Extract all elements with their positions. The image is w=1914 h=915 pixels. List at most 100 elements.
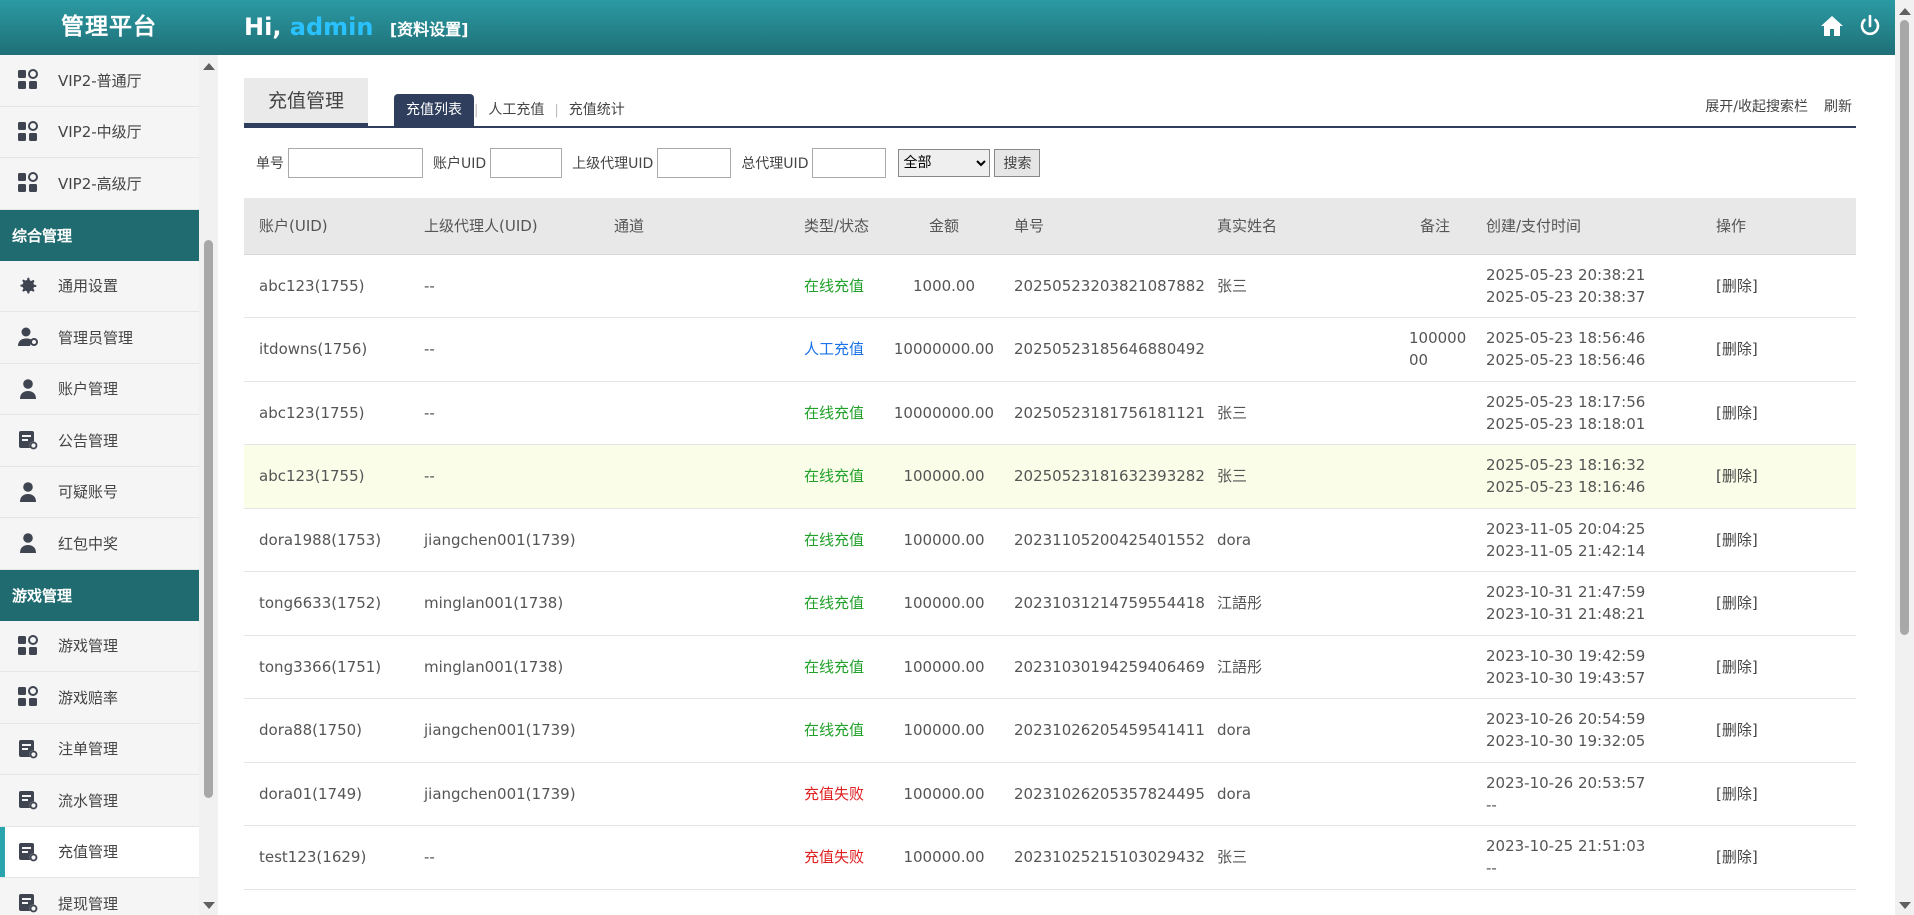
cell-account-text: abc123(1755)	[259, 403, 365, 422]
sidebar-scroll-down[interactable]	[203, 902, 215, 909]
cell-status: 在线充值	[789, 381, 889, 445]
cell-amount-text: 100000.00	[903, 784, 985, 803]
cell-parent-text: --	[424, 340, 435, 359]
table-row: itdowns(1756) -- 人工充值 10000000.00 2025052318…	[244, 317, 1856, 382]
grid-icon	[16, 171, 40, 195]
top-agent-input[interactable]	[812, 148, 887, 178]
sidebar-item[interactable]: 充值管理	[0, 826, 199, 878]
table-row: test123(1629) -- 充值失败 100000.00 202310252151…	[244, 825, 1856, 890]
cell-note	[1405, 889, 1471, 915]
delete-button[interactable]: [删除]	[1716, 721, 1758, 739]
sidebar-item[interactable]: VIP2-高级厅	[0, 158, 199, 210]
sidebar-item[interactable]: VIP2-普通厅	[0, 55, 199, 107]
sidebar-item[interactable]: 游戏管理	[0, 621, 199, 672]
delete-button[interactable]: [删除]	[1716, 785, 1758, 803]
paid-time: 2023-10-31 21:48:21	[1486, 605, 1646, 624]
greeting: Hi, admin [资料设置]	[244, 0, 469, 55]
cell-name-text: dora	[1217, 721, 1252, 740]
sidebar-section-games[interactable]: 游戏管理	[0, 569, 199, 621]
cell-order: 20231026205459541411	[999, 698, 1205, 763]
toggle-search-link[interactable]: 展开/收起搜索栏	[1705, 96, 1808, 116]
sidebar-item[interactable]: 红包中奖	[0, 518, 199, 570]
sidebar-item[interactable]: 流水管理	[0, 775, 199, 827]
type-select[interactable]: 全部	[898, 149, 991, 177]
home-icon[interactable]	[1820, 14, 1844, 38]
cell-name-text: 张三	[1217, 848, 1248, 867]
sidebar-scroll-thumb[interactable]	[204, 240, 213, 798]
tab-recharge-list[interactable]: 充值列表	[394, 94, 474, 126]
cell-time: 2023-10-31 21:47:59 2023-10-31 21:48:21	[1471, 571, 1701, 636]
page-scroll-thumb[interactable]	[1900, 20, 1909, 635]
cell-account-text: itdowns(1756)	[259, 340, 368, 359]
cell-account: tong3366(1751)	[244, 635, 409, 699]
cell-amount: 100000.00	[889, 635, 999, 699]
sidebar-item-label: 红包中奖	[58, 534, 119, 553]
sidebar-item[interactable]: 注单管理	[0, 724, 199, 775]
sidebar-item[interactable]: VIP2-中级厅	[0, 107, 199, 158]
cell-note-text: 10000000	[1409, 329, 1467, 370]
sidebar-scrollbar[interactable]	[199, 55, 218, 915]
cell-note	[1405, 254, 1471, 318]
delete-button[interactable]: [删除]	[1716, 594, 1758, 612]
sidebar-item[interactable]: 通用设置	[0, 261, 199, 312]
cell-op: [删除]	[1701, 444, 1856, 509]
cell-channel	[599, 889, 789, 915]
page-scrollbar[interactable]	[1895, 0, 1914, 915]
cell-status-text: 人工充值	[804, 340, 865, 359]
delete-button[interactable]: [删除]	[1716, 531, 1758, 549]
power-icon[interactable]	[1858, 14, 1882, 38]
cell-op: [删除]	[1701, 762, 1856, 826]
cell-parent-text: minglan001(1738)	[424, 594, 564, 613]
sidebar-section-general[interactable]: 综合管理	[0, 209, 199, 261]
cell-note	[1405, 762, 1471, 826]
page-scroll-down[interactable]	[1899, 902, 1911, 909]
username: admin	[289, 13, 374, 41]
delete-button[interactable]: [删除]	[1716, 848, 1758, 866]
greeting-text: Hi,	[244, 13, 282, 41]
sidebar-scroll-up[interactable]	[203, 63, 215, 70]
delete-button[interactable]: [删除]	[1716, 404, 1758, 422]
grid-icon	[16, 120, 40, 144]
sidebar-item-label: VIP2-中级厅	[58, 123, 142, 142]
delete-button[interactable]: [删除]	[1716, 467, 1758, 485]
sidebar-item[interactable]: 游戏赔率	[0, 672, 199, 724]
uid-input[interactable]	[490, 148, 563, 178]
sidebar-item[interactable]: 提现管理	[0, 878, 199, 915]
sidebar-item[interactable]: 管理员管理	[0, 312, 199, 364]
cell-parent-text: --	[424, 467, 435, 486]
page-scroll-up[interactable]	[1899, 8, 1911, 15]
cell-order-text: 20231031214759554418	[1014, 594, 1205, 613]
cell-parent: jiangchen001(1739)	[409, 698, 599, 763]
delete-button[interactable]: [删除]	[1716, 340, 1758, 358]
tab-manual-recharge[interactable]: 人工充值	[478, 94, 554, 126]
cell-op: [删除]	[1701, 254, 1856, 318]
admin-icon	[16, 325, 40, 349]
table-row: abc123(1755) -- 在线充值 10000000.00 20250523181…	[244, 381, 1856, 445]
delete-button[interactable]: [删除]	[1716, 658, 1758, 676]
refresh-link[interactable]: 刷新	[1824, 96, 1852, 116]
cell-op: [删除]	[1701, 635, 1856, 699]
cell-name-text: 江語彤	[1217, 657, 1263, 676]
parent-uid-input[interactable]	[657, 148, 732, 178]
sidebar-item[interactable]: 账户管理	[0, 364, 199, 415]
cell-parent-text: jiangchen001(1739)	[424, 530, 576, 549]
page-title-tab: 充值管理	[244, 78, 368, 126]
search-button[interactable]: 搜索	[994, 149, 1041, 177]
cell-parent: --	[409, 381, 599, 445]
cell-account-text: abc123(1755)	[259, 467, 365, 486]
col-time: 创建/支付时间	[1471, 198, 1701, 255]
tab-recharge-stats[interactable]: 充值统计	[559, 94, 635, 126]
col-name: 真实姓名	[1202, 198, 1405, 255]
sidebar-item[interactable]: 可疑账号	[0, 467, 199, 518]
created-time: 2023-11-05 20:04:25	[1486, 519, 1646, 538]
delete-button[interactable]: [删除]	[1716, 277, 1758, 295]
profile-settings-link[interactable]: [资料设置]	[390, 20, 469, 39]
doc-icon	[16, 788, 40, 812]
cell-account-text: abc123(1755)	[259, 276, 365, 295]
cell-status-text: 在线充值	[804, 594, 865, 613]
doc-icon	[16, 737, 40, 761]
sidebar-item[interactable]: 公告管理	[0, 415, 199, 467]
cell-parent: minglan001(1738)	[409, 571, 599, 636]
col-account: 账户(UID)	[244, 198, 409, 255]
order-input[interactable]	[288, 148, 423, 178]
